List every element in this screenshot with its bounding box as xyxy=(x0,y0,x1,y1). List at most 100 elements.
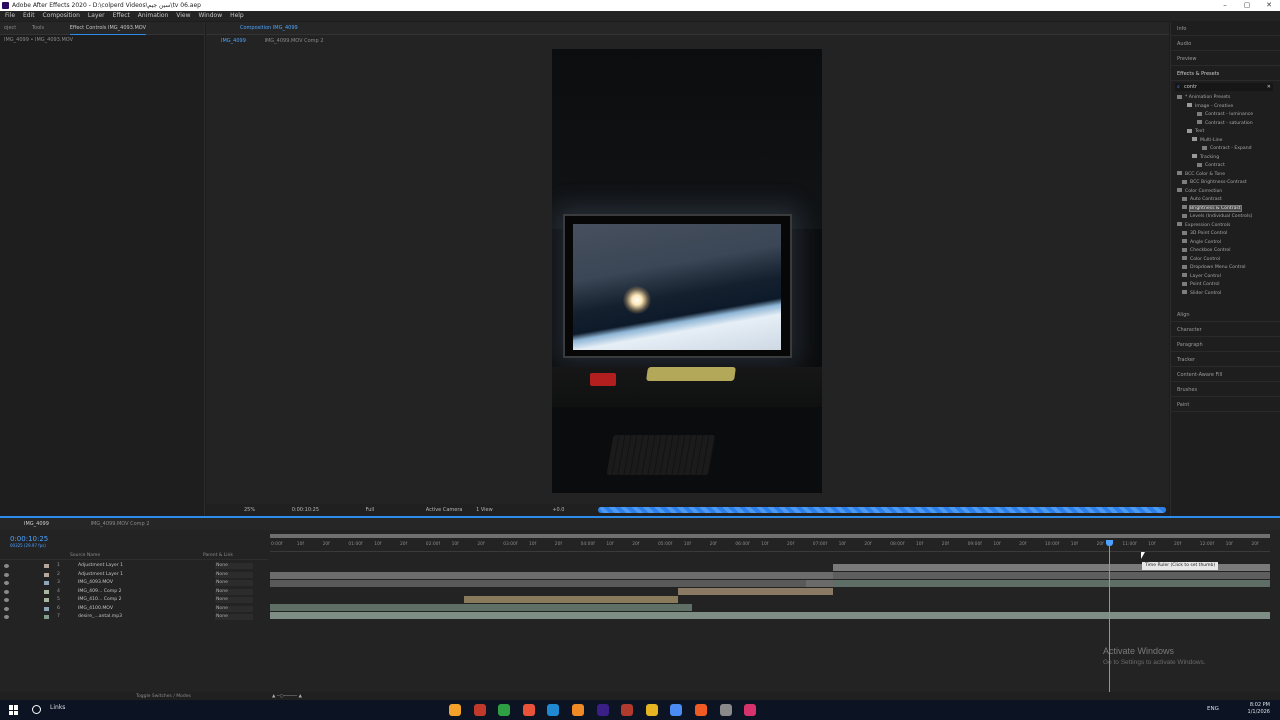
after-effects-taskbar-icon[interactable] xyxy=(596,704,609,716)
effect-item[interactable]: Angle Control xyxy=(1182,239,1221,247)
effect-item[interactable]: Brightness & Contrast xyxy=(1182,204,1242,213)
effect-item[interactable]: 3D Point Control xyxy=(1182,230,1227,238)
effect-item[interactable]: Multi-Line xyxy=(1192,137,1222,145)
visibility-eye-icon[interactable] xyxy=(4,615,9,619)
composition-frame[interactable] xyxy=(552,49,822,493)
timeline-tab-img-4099[interactable]: IMG_4099 xyxy=(24,521,49,527)
layer-duration-bar[interactable] xyxy=(270,612,1270,619)
menu-layer[interactable]: Layer xyxy=(88,12,105,19)
exposure-value[interactable]: +0.0 xyxy=(552,507,564,513)
effect-item[interactable]: Image - Creative xyxy=(1187,103,1233,111)
parent-dropdown[interactable]: None xyxy=(215,597,253,603)
effect-item[interactable]: Checkbox Control xyxy=(1182,247,1231,255)
panel-tab[interactable]: Paint xyxy=(1171,398,1280,412)
label-color-swatch[interactable] xyxy=(44,581,49,585)
settings-circle-icon[interactable] xyxy=(719,704,732,716)
label-color-swatch[interactable] xyxy=(44,598,49,602)
label-color-swatch[interactable] xyxy=(44,564,49,568)
source-name-header[interactable]: Source Name xyxy=(70,552,100,560)
layer-duration-bar[interactable] xyxy=(270,580,833,587)
panel-audio[interactable]: Audio xyxy=(1171,37,1280,51)
visibility-eye-icon[interactable] xyxy=(4,564,9,568)
parent-dropdown[interactable]: None xyxy=(215,571,253,578)
taskbar-links[interactable]: Links xyxy=(50,704,65,711)
folder-icon[interactable] xyxy=(645,704,658,716)
effect-item[interactable]: Dropdown Menu Control xyxy=(1182,264,1246,272)
tab-tools[interactable]: Tools xyxy=(32,25,44,31)
panel-tab[interactable]: Content-Aware Fill xyxy=(1171,368,1280,382)
maximize-button[interactable]: ▢ xyxy=(1236,0,1258,11)
effect-item[interactable]: Contract xyxy=(1197,162,1225,170)
layer-duration-bar[interactable] xyxy=(678,588,833,595)
time-ruler[interactable]: 0:00f 10f 20f 01:00f 10f 20f 02:00f 10f 20f 03:00… xyxy=(270,538,1270,552)
layer-duration-bar[interactable] xyxy=(833,580,1270,587)
effect-item[interactable]: Slider Control xyxy=(1182,290,1221,298)
layer-row[interactable]: 3 IMG_4093.MOV None xyxy=(0,579,268,587)
subtab-comp-2[interactable]: IMG_4099.MOV Comp 2 xyxy=(264,38,323,44)
effect-item[interactable]: BCC Brightness-Contrast xyxy=(1182,179,1247,187)
effect-item[interactable]: Contract - Expand xyxy=(1202,145,1252,153)
close-button[interactable]: ✕ xyxy=(1258,0,1280,11)
visibility-eye-icon[interactable] xyxy=(4,606,9,611)
timeline-timecode[interactable]: 0:00:10:25 xyxy=(10,535,48,543)
parent-dropdown[interactable]: None xyxy=(215,580,253,586)
effect-item[interactable]: BCC Color & Tone xyxy=(1177,171,1225,179)
label-color-swatch[interactable] xyxy=(44,589,49,594)
effect-item[interactable]: Levels (Individual Controls) xyxy=(1182,213,1252,221)
effect-item[interactable]: Layer Control xyxy=(1182,273,1221,281)
effect-item[interactable]: Expression Controls xyxy=(1177,222,1230,230)
visibility-eye-icon[interactable] xyxy=(4,598,9,602)
visibility-eye-icon[interactable] xyxy=(4,572,9,577)
layer-name[interactable]: desire_...antal.mp3 xyxy=(78,613,122,621)
layer-duration-bar[interactable] xyxy=(464,596,678,603)
input-language[interactable]: ENG xyxy=(1207,706,1219,712)
visibility-eye-icon[interactable] xyxy=(4,589,9,594)
parent-dropdown[interactable]: None xyxy=(215,605,253,612)
layer-row[interactable]: 7 desire_...antal.mp3 None xyxy=(0,613,268,621)
layer-name[interactable]: Adjustment Layer 1 xyxy=(78,571,123,579)
panel-tab[interactable]: Character xyxy=(1171,323,1280,337)
layer-duration-bar[interactable] xyxy=(806,580,833,587)
effects-search-input[interactable]: ⌕ contr ✕ xyxy=(1175,83,1273,91)
parent-dropdown[interactable]: None xyxy=(215,588,253,595)
layer-duration-bar[interactable] xyxy=(464,604,692,611)
panel-tab[interactable]: Tracker xyxy=(1171,353,1280,367)
layer-row[interactable]: 1 Adjustment Layer 1 None xyxy=(0,562,268,570)
menu-edit[interactable]: Edit xyxy=(23,12,35,19)
menu-effect[interactable]: Effect xyxy=(113,12,130,19)
layer-row[interactable]: 4 IMG_409... Comp 2 None xyxy=(0,588,268,596)
layer-row[interactable]: 5 IMG_410... Comp 2 None xyxy=(0,596,268,604)
tab-effect-controls[interactable]: Effect Controls IMG_4093.MOV xyxy=(69,25,147,35)
layer-name[interactable]: IMG_4093.MOV xyxy=(78,579,113,587)
clear-search-icon[interactable]: ✕ xyxy=(1267,83,1271,91)
effect-item[interactable]: Text xyxy=(1187,128,1204,136)
playhead-handle[interactable] xyxy=(1106,540,1113,546)
taskbar-search-icon[interactable] xyxy=(32,705,41,714)
menu-composition[interactable]: Composition xyxy=(43,12,80,19)
layer-duration-bar[interactable] xyxy=(270,604,464,611)
effect-item[interactable]: * Animation Presets xyxy=(1177,94,1230,102)
parent-link-header[interactable]: Parent & Link xyxy=(203,552,233,560)
composition-tab[interactable]: Composition IMG_4099 xyxy=(206,22,1169,35)
vscode-icon[interactable] xyxy=(547,704,560,716)
layer-name[interactable]: Adjustment Layer 1 xyxy=(78,562,123,570)
pen-tool-icon[interactable] xyxy=(522,704,535,716)
menu-animation[interactable]: Animation xyxy=(138,12,169,19)
parent-dropdown[interactable]: None xyxy=(215,614,253,620)
effect-item[interactable]: Auto Contrast xyxy=(1182,196,1222,204)
ai-app-icon[interactable] xyxy=(572,704,584,716)
panel-preview[interactable]: Preview xyxy=(1171,52,1280,66)
green-app-icon[interactable] xyxy=(498,704,511,716)
effect-item[interactable]: Contrast - saturation xyxy=(1197,120,1253,128)
app-icon[interactable] xyxy=(744,704,757,716)
label-color-swatch[interactable] xyxy=(44,615,49,619)
minimize-button[interactable]: – xyxy=(1214,0,1236,11)
menu-window[interactable]: Window xyxy=(198,12,222,19)
layer-name[interactable]: IMG_409... Comp 2 xyxy=(78,588,122,596)
parent-dropdown[interactable]: None xyxy=(215,563,253,569)
panel-tab[interactable]: Paragraph xyxy=(1171,338,1280,352)
chrome-canary-icon[interactable] xyxy=(449,704,461,716)
layer-name[interactable]: IMG_4100.MOV xyxy=(78,605,113,613)
label-color-swatch[interactable] xyxy=(44,606,49,611)
current-time[interactable]: 0:00:10:25 xyxy=(292,507,319,513)
